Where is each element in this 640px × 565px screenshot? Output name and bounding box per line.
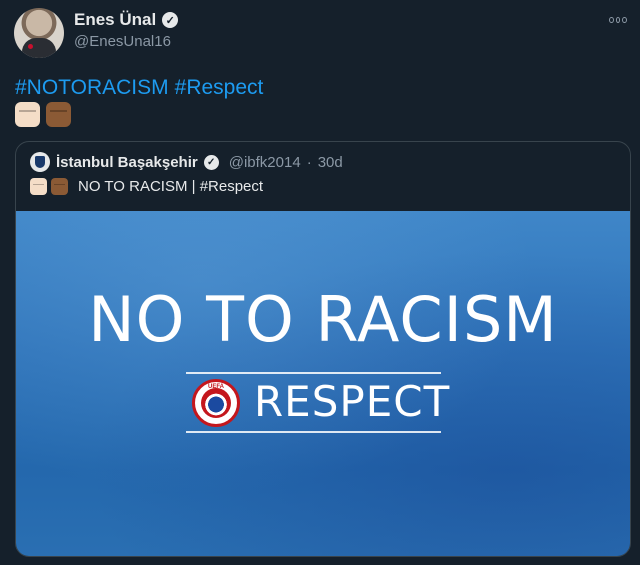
quoted-author-avatar[interactable]: [30, 152, 50, 172]
respect-bottom-rule: [186, 431, 441, 433]
uefa-logo-text: UEFA: [207, 384, 225, 390]
author-display-name[interactable]: Enes Ünal: [74, 10, 156, 30]
hashtag-link[interactable]: #NOTORACISM: [15, 76, 169, 99]
image-subline: RESPECT: [254, 377, 451, 426]
verified-badge-icon: ✓: [162, 12, 179, 28]
quoted-tweet-text: NO TO RACISM | #Respect: [30, 178, 263, 195]
author-name-row: Enes Ünal ✓: [74, 10, 179, 30]
more-options-icon[interactable]: [608, 10, 628, 30]
uefa-logo-icon: UEFA: [192, 379, 240, 427]
raised-fist-light-emoji-icon: [30, 178, 47, 195]
verified-badge-icon: ✓: [203, 154, 219, 170]
author-handle[interactable]: @EnesUnal16: [74, 33, 171, 50]
hashtag-link[interactable]: #Respect: [175, 76, 264, 99]
raised-fist-dark-emoji-icon: [46, 102, 71, 127]
quoted-author-handle[interactable]: @ibfk2014: [229, 154, 301, 171]
quoted-media-image[interactable]: NO TO RACISM UEFA RESPECT: [16, 211, 630, 556]
respect-top-rule: [186, 372, 441, 374]
avatar-flag-patch: [28, 44, 33, 49]
quoted-author-name[interactable]: İstanbul Başakşehir: [56, 154, 198, 171]
tweet-text: #NOTORACISM #Respect: [15, 76, 269, 100]
separator-dot: ·: [306, 153, 312, 171]
raised-fist-dark-emoji-icon: [51, 178, 68, 195]
avatar-shirt: [22, 38, 56, 58]
quoted-timestamp[interactable]: 30d: [318, 154, 343, 171]
quoted-tweet-header: İstanbul Başakşehir ✓ @ibfk2014 · 30d: [30, 152, 343, 172]
image-headline: NO TO RACISM: [88, 283, 558, 356]
emoji-row: [15, 102, 71, 127]
quoted-body-text: NO TO RACISM | #Respect: [78, 178, 264, 195]
author-avatar[interactable]: [14, 8, 64, 58]
quoted-tweet[interactable]: İstanbul Başakşehir ✓ @ibfk2014 · 30d NO…: [15, 141, 631, 557]
tweet-card: Enes Ünal ✓ @EnesUnal16 #NOTORACISM #Resp…: [0, 0, 640, 565]
uefa-logo-ball: [201, 388, 231, 418]
raised-fist-light-emoji-icon: [15, 102, 40, 127]
